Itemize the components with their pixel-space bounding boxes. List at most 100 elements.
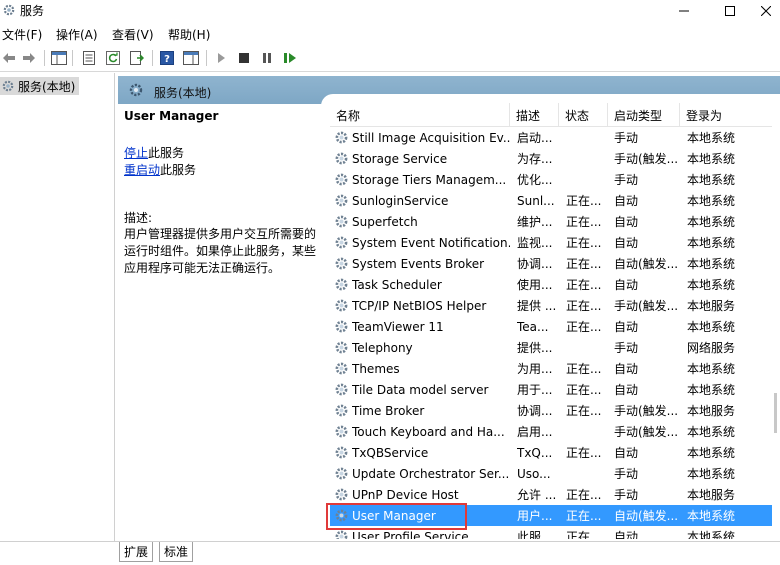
vertical-scrollbar[interactable] bbox=[772, 97, 780, 537]
service-logon-as: 本地系统 bbox=[687, 131, 736, 145]
column-header-startup-type[interactable]: 启动类型 bbox=[608, 103, 680, 127]
resume-service-button[interactable] bbox=[281, 50, 299, 66]
back-button[interactable] bbox=[0, 50, 18, 66]
service-startup-type: 自动 bbox=[614, 446, 639, 460]
service-row[interactable]: TxQBService TxQ... 正在... 自动 本地系统 bbox=[330, 442, 780, 463]
scrollbar-thumb[interactable] bbox=[774, 393, 777, 433]
service-row[interactable]: Task Scheduler 使用... 正在... 自动 本地系统 bbox=[330, 274, 780, 295]
service-status: 正在... bbox=[566, 236, 602, 250]
service-logon-as: 本地系统 bbox=[687, 467, 736, 481]
service-row[interactable]: SunloginService Sunl... 正在... 自动 本地系统 bbox=[330, 190, 780, 211]
service-description: 优化... bbox=[517, 173, 553, 187]
service-logon-as: 本地系统 bbox=[687, 173, 736, 187]
service-startup-type: 手动 bbox=[614, 488, 639, 502]
service-gear-icon bbox=[335, 488, 348, 501]
column-header-name[interactable]: 名称 ^ bbox=[330, 103, 510, 127]
service-name: UPnP Device Host bbox=[352, 487, 459, 502]
highlight-annotation-box bbox=[326, 503, 467, 530]
service-status: 正在... bbox=[566, 362, 602, 376]
service-name: Task Scheduler bbox=[352, 277, 442, 292]
tree-node-services-local[interactable]: 服务(本地) bbox=[0, 77, 79, 95]
menu-file[interactable]: 文件(F) bbox=[2, 26, 42, 43]
service-logon-as: 本地系统 bbox=[687, 215, 736, 229]
minimize-button[interactable] bbox=[661, 0, 707, 22]
service-row[interactable]: Storage Tiers Managem... 优化... 手动 本地系统 bbox=[330, 169, 780, 190]
service-startup-type: 手动 bbox=[614, 341, 639, 355]
service-row[interactable]: TeamViewer 11 Tea... 正在... 自动 本地系统 bbox=[330, 316, 780, 337]
start-service-button[interactable] bbox=[212, 50, 230, 66]
restart-service-link[interactable]: 重启动 bbox=[124, 163, 160, 177]
help-button[interactable]: ? bbox=[158, 50, 176, 66]
service-gear-icon bbox=[335, 236, 348, 249]
service-row[interactable]: Telephony 提供... 手动 网络服务 bbox=[330, 337, 780, 358]
service-row[interactable]: Storage Service 为存... 手动(触发... 本地系统 bbox=[330, 148, 780, 169]
column-header-description[interactable]: 描述 bbox=[510, 103, 559, 127]
service-name: TeamViewer 11 bbox=[352, 319, 444, 334]
service-description: 用于... bbox=[517, 383, 553, 397]
service-name: System Event Notification... bbox=[352, 235, 510, 250]
service-row[interactable]: System Event Notification... 监视... 正在... 自动… bbox=[330, 232, 780, 253]
service-description: 维护... bbox=[517, 215, 553, 229]
column-header-logon-as[interactable]: 登录为 bbox=[680, 103, 780, 127]
service-row[interactable]: Themes 为用... 正在... 自动 本地系统 bbox=[330, 358, 780, 379]
export-list-button[interactable] bbox=[128, 50, 146, 66]
service-gear-icon bbox=[335, 173, 348, 186]
svg-text:?: ? bbox=[164, 54, 170, 65]
service-name: Still Image Acquisition Ev... bbox=[352, 130, 510, 145]
service-description: 允许 ... bbox=[517, 488, 557, 502]
service-startup-type: 自动 bbox=[614, 383, 639, 397]
tree-node-label: 服务(本地) bbox=[18, 79, 76, 94]
service-row[interactable]: TCP/IP NetBIOS Helper 提供 ... 正在... 手动(触发...… bbox=[330, 295, 780, 316]
menu-help[interactable]: 帮助(H) bbox=[168, 26, 210, 43]
service-row[interactable]: Time Broker 协调... 正在... 手动(触发... 本地服务 bbox=[330, 400, 780, 421]
show-console-tree-button[interactable] bbox=[50, 50, 68, 66]
forward-button[interactable] bbox=[20, 50, 38, 66]
service-startup-type: 自动(触发... bbox=[614, 257, 679, 271]
console-tree-icon bbox=[51, 51, 67, 65]
properties-button[interactable] bbox=[80, 50, 98, 66]
column-header-status[interactable]: 状态 bbox=[559, 103, 608, 127]
tab-standard[interactable]: 标准 bbox=[159, 542, 194, 562]
service-status bbox=[566, 463, 610, 484]
close-button[interactable] bbox=[752, 0, 780, 22]
service-row[interactable]: Superfetch 维护... 正在... 自动 本地系统 bbox=[330, 211, 780, 232]
service-row[interactable]: Tile Data model server 用于... 正在... 自动 本地系统 bbox=[330, 379, 780, 400]
service-description: 此服... bbox=[517, 530, 553, 539]
refresh-button[interactable] bbox=[104, 50, 122, 66]
service-row[interactable]: Update Orchestrator Ser... Uso... 手动 本地系统 bbox=[330, 463, 780, 484]
service-row[interactable]: Still Image Acquisition Ev... 启动... 手动 本地系统 bbox=[330, 127, 780, 148]
service-name: Tile Data model server bbox=[352, 382, 489, 397]
service-gear-icon bbox=[335, 341, 348, 354]
pause-service-button[interactable] bbox=[258, 50, 276, 66]
properties-sheet-icon bbox=[83, 51, 95, 65]
menu-bar: 文件(F) 操作(A) 查看(V) 帮助(H) bbox=[0, 22, 780, 44]
service-row[interactable]: Touch Keyboard and Ha... 启用... 手动(触发... 本地系… bbox=[330, 421, 780, 442]
show-action-pane-button[interactable] bbox=[182, 50, 200, 66]
service-gear-icon bbox=[335, 257, 348, 270]
toolbar: ? bbox=[0, 44, 780, 72]
service-name: Storage Tiers Managem... bbox=[352, 172, 507, 187]
services-gear-icon bbox=[2, 80, 14, 92]
stop-service-button[interactable] bbox=[235, 50, 253, 66]
service-startup-type: 自动 bbox=[614, 530, 639, 539]
stop-service-link[interactable]: 停止 bbox=[124, 146, 148, 160]
tab-extended[interactable]: 扩展 bbox=[119, 542, 154, 562]
services-list: 名称 ^ 描述 状态 启动类型 登录为 Still Image Acquisiti… bbox=[330, 103, 780, 539]
service-row[interactable]: UPnP Device Host 允许 ... 正在... 手动 本地服务 bbox=[330, 484, 780, 505]
menu-action[interactable]: 操作(A) bbox=[56, 26, 98, 43]
description-text: 用户管理器提供多用户交互所需要的运行时组件。如果停止此服务，某些应用程序可能无法… bbox=[124, 227, 317, 275]
service-logon-as: 本地系统 bbox=[687, 257, 736, 271]
menu-view[interactable]: 查看(V) bbox=[112, 26, 154, 43]
pane-header-label: 服务(本地) bbox=[154, 86, 212, 100]
service-description: 启动... bbox=[517, 131, 553, 145]
maximize-button[interactable] bbox=[707, 0, 753, 22]
service-status bbox=[566, 127, 610, 148]
action-pane-icon bbox=[183, 51, 199, 65]
stop-icon bbox=[239, 53, 249, 63]
sort-ascending-icon: ^ bbox=[416, 103, 424, 110]
service-description: 使用... bbox=[517, 278, 553, 292]
service-logon-as: 本地系统 bbox=[687, 425, 736, 439]
service-logon-as: 网络服务 bbox=[687, 341, 736, 355]
service-gear-icon bbox=[335, 362, 348, 375]
service-row[interactable]: System Events Broker 协调... 正在... 自动(触发... 本地… bbox=[330, 253, 780, 274]
